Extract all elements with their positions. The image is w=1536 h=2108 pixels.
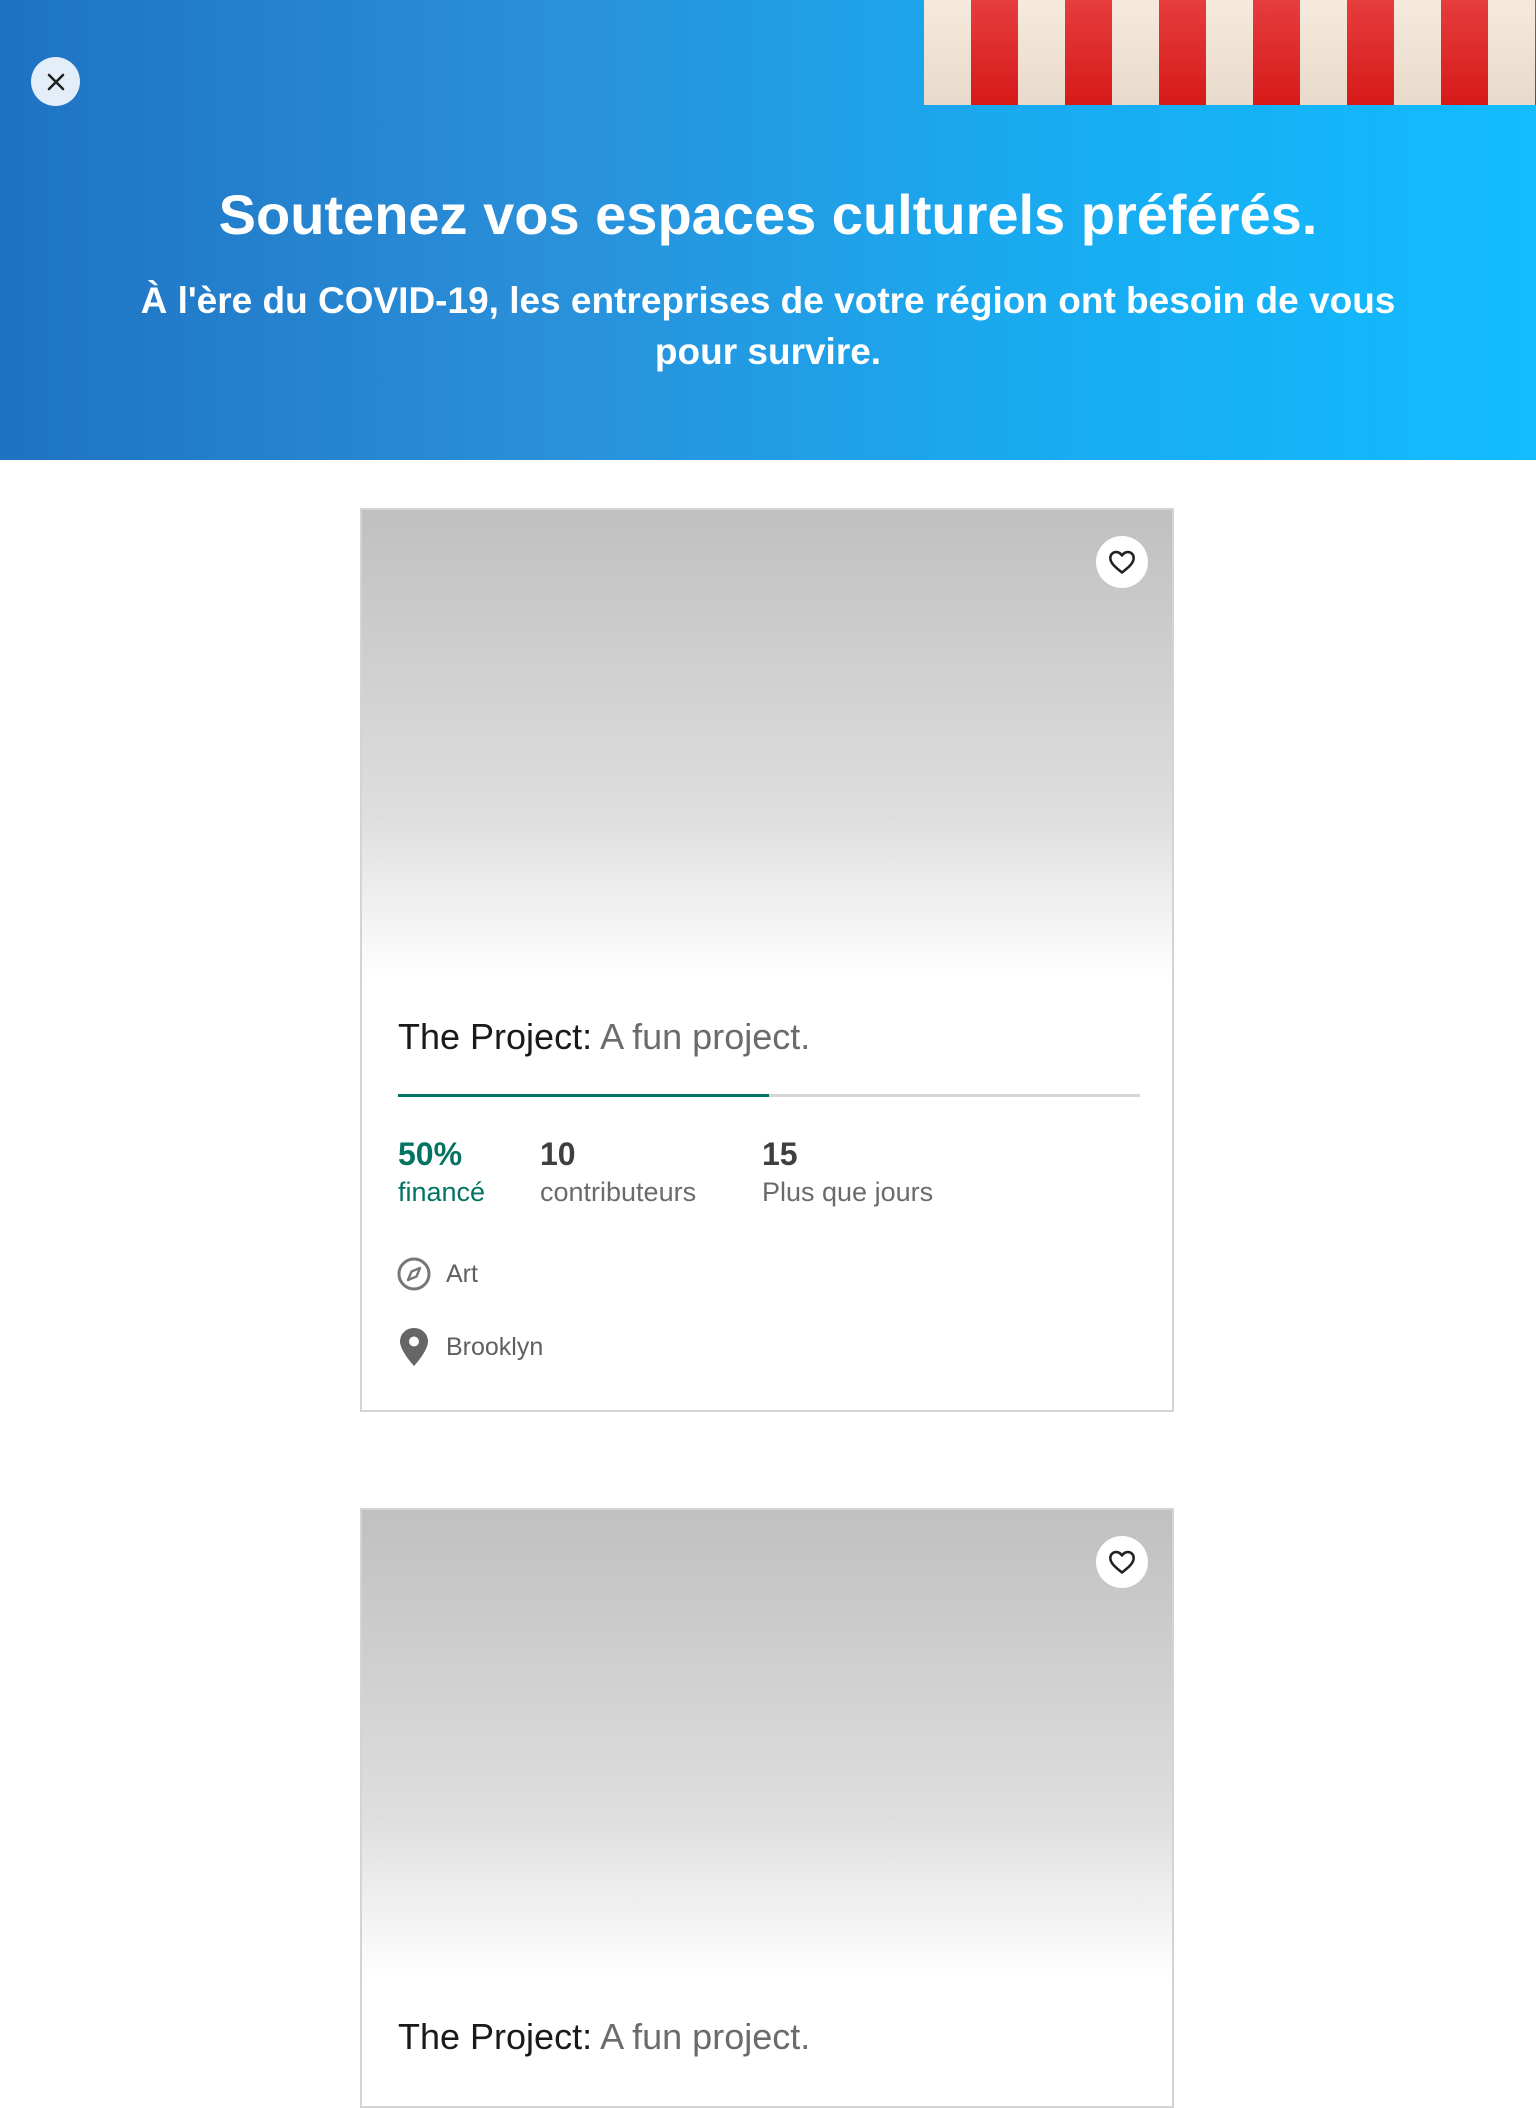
- location-pin-icon: [400, 1328, 428, 1366]
- contributors-count: 10: [540, 1136, 576, 1172]
- favorite-button[interactable]: [1096, 1536, 1148, 1588]
- funded-percent: 50%: [398, 1136, 463, 1172]
- project-tagline: A fun project.: [600, 1016, 811, 1057]
- hero-title: Soutenez vos espaces culturels préférés.: [218, 183, 1318, 246]
- funding-progress-fill: [398, 1094, 769, 1097]
- close-button[interactable]: [31, 57, 80, 106]
- project-card[interactable]: The Project: A fun project. 50% financé …: [360, 508, 1174, 1412]
- compass-icon: [397, 1257, 431, 1291]
- days-count: 15: [762, 1136, 798, 1172]
- project-name: The Project:: [398, 2016, 593, 2057]
- project-title[interactable]: The Project: A fun project.: [398, 2014, 810, 2060]
- funded-label: financé: [398, 1177, 486, 1207]
- favorite-button[interactable]: [1096, 536, 1148, 588]
- location-label: Brooklyn: [446, 1332, 544, 1361]
- funding-progress-bar: [398, 1094, 1140, 1097]
- days-stat: 15 Plus que jours: [762, 1134, 933, 1210]
- project-card[interactable]: The Project: A fun project.: [360, 1508, 1174, 2108]
- project-tagline: A fun project.: [600, 2016, 811, 2057]
- project-name: The Project:: [398, 1016, 593, 1057]
- heart-icon: [1109, 1550, 1135, 1574]
- hero-banner: Soutenez vos espaces culturels préférés.…: [0, 0, 1536, 460]
- contributors-stat: 10 contributeurs: [540, 1134, 696, 1210]
- location-row[interactable]: Brooklyn: [396, 1326, 543, 1368]
- close-icon: [47, 73, 64, 90]
- hero-subtitle: À l'ère du COVID-19, les entreprises de …: [140, 280, 1396, 372]
- funded-stat: 50% financé: [398, 1134, 485, 1210]
- category-label: Art: [446, 1259, 478, 1288]
- days-label: Plus que jours: [762, 1177, 934, 1207]
- project-image: [362, 510, 1172, 980]
- project-image: [362, 1510, 1172, 1980]
- awning-shade: [924, 0, 1536, 105]
- heart-icon: [1109, 550, 1135, 574]
- contributors-label: contributeurs: [540, 1177, 697, 1207]
- project-title[interactable]: The Project: A fun project.: [398, 1014, 810, 1060]
- category-row[interactable]: Art: [396, 1256, 478, 1292]
